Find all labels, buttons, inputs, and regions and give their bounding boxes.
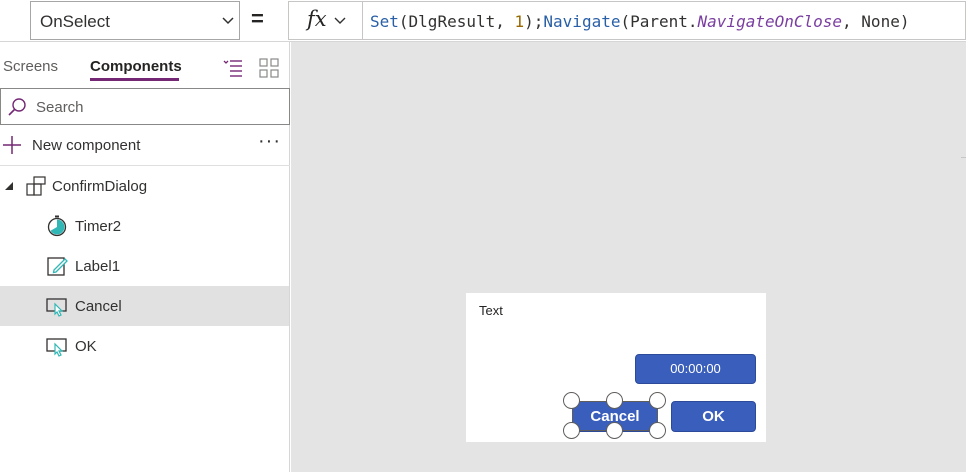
search-box[interactable] <box>0 88 290 125</box>
tree-item-cancel[interactable]: Cancel <box>0 286 289 326</box>
tab-screens[interactable]: Screens <box>3 58 58 75</box>
more-options-icon[interactable]: ··· <box>258 130 281 153</box>
formula-token: ); <box>524 12 544 31</box>
formula-token: (DlgResult, <box>398 12 515 31</box>
resize-handle-top-left[interactable] <box>563 392 580 409</box>
plus-icon <box>3 136 21 154</box>
formula-input[interactable]: Set(DlgResult, 1);Navigate(Parent.Naviga… <box>362 1 966 40</box>
resize-handle-bottom-left[interactable] <box>563 422 580 439</box>
new-component-button[interactable]: New component ··· <box>0 126 290 166</box>
fx-button[interactable]: fx <box>288 1 363 40</box>
tree-view-pane: Screens Components New component ··· <box>0 42 290 472</box>
timer-icon <box>47 215 67 237</box>
search-icon <box>8 98 26 116</box>
chevron-down-icon <box>334 17 346 24</box>
equals-sign: = <box>251 6 264 31</box>
resize-handle-bottom-right[interactable] <box>649 422 666 439</box>
tree-item-label: Cancel <box>75 298 122 315</box>
formula-token: , None) <box>842 12 910 31</box>
formula-token: 1 <box>514 12 525 31</box>
button-icon <box>46 338 67 357</box>
formula-bar: OnSelect = fx Set(DlgResult, 1);Navigate… <box>0 0 966 42</box>
chevron-down-icon <box>222 17 234 25</box>
property-dropdown[interactable]: OnSelect <box>30 1 240 40</box>
canvas-ruler-mark <box>961 157 966 158</box>
new-component-label: New component <box>32 137 141 154</box>
ok-button[interactable]: OK <box>671 401 756 432</box>
confirm-dialog-component[interactable]: Text 00:00:00 Cancel OK <box>466 293 766 442</box>
formula-token: (Parent. <box>620 12 698 31</box>
label-edit-icon <box>47 257 68 276</box>
tree-item-confirmdialog[interactable]: ConfirmDialog <box>0 166 289 206</box>
label1-text[interactable]: Text <box>479 303 503 318</box>
active-tab-indicator <box>90 78 179 81</box>
timer2-control[interactable]: 00:00:00 <box>635 354 756 384</box>
formula-token: Set <box>370 12 399 31</box>
tab-components[interactable]: Components <box>90 58 182 75</box>
button-icon <box>46 298 67 317</box>
list-view-icon[interactable] <box>222 57 244 79</box>
tree-item-label: Label1 <box>75 258 121 275</box>
formula-token: NavigateOnClose <box>697 12 843 31</box>
tree-item-ok[interactable]: OK <box>0 326 289 366</box>
fx-icon: fx <box>307 7 327 31</box>
resize-handle-top[interactable] <box>606 392 623 409</box>
search-input[interactable] <box>36 95 276 119</box>
grid-view-icon[interactable] <box>258 57 280 79</box>
tree-item-label: ConfirmDialog <box>52 178 148 195</box>
property-value: OnSelect <box>40 12 110 31</box>
caret-down-icon[interactable] <box>4 181 14 191</box>
tree-item-label1[interactable]: Label1 <box>0 246 289 286</box>
resize-handle-bottom[interactable] <box>606 422 623 439</box>
tree-item-label: Timer2 <box>75 218 122 235</box>
resize-handle-top-right[interactable] <box>649 392 666 409</box>
component-icon <box>26 176 46 196</box>
formula-token: Navigate <box>543 12 621 31</box>
tree-item-timer2[interactable]: Timer2 <box>0 206 289 246</box>
tree-item-label: OK <box>75 338 97 355</box>
